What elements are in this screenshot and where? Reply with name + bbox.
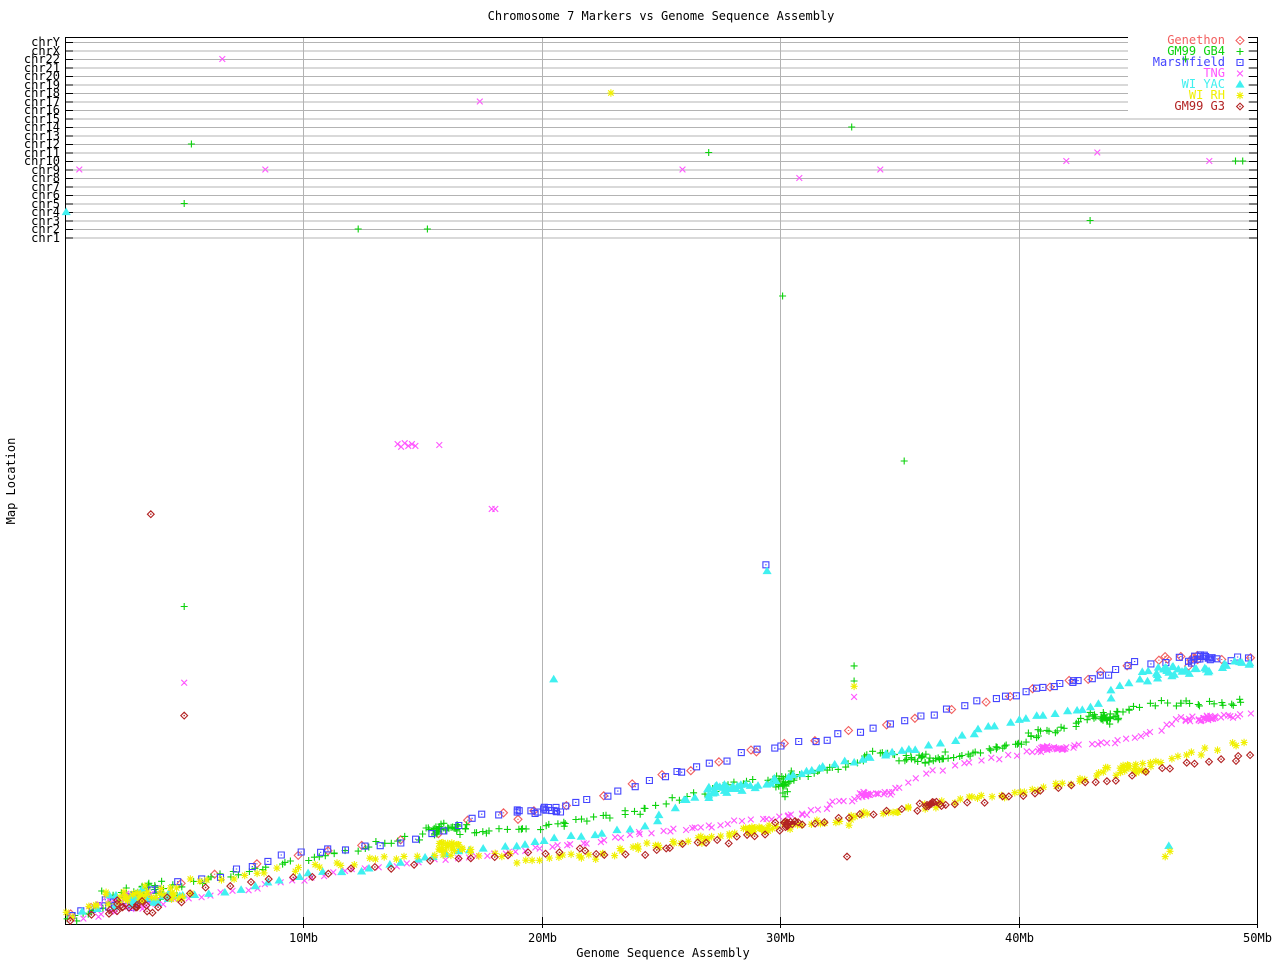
legend-marker-star-icon xyxy=(1236,91,1244,100)
legend-marker-square-dot-icon xyxy=(1236,58,1244,67)
xtick-label-50Mb: 50Mb xyxy=(1243,931,1272,945)
legend-marker-diamond-open-icon xyxy=(1235,35,1245,46)
legend: Genethon GM99 GB4 Marshfield TNG WI YAC WI RH… xyxy=(1128,34,1248,113)
legend-entry-marshfield: Marshfield xyxy=(1128,56,1248,68)
legend-entry-gm99-g3: GM99 G3 xyxy=(1128,99,1248,113)
legend-marker-cross-icon xyxy=(1236,70,1244,77)
legend-label: GM99 G3 xyxy=(1174,99,1225,113)
plot-border xyxy=(65,37,1258,925)
legend-marker-plus-icon xyxy=(1236,48,1244,55)
xtick-label-30Mb: 30Mb xyxy=(766,931,795,945)
chart-container: Chromosome 7 Markers vs Genome Sequence … xyxy=(0,0,1280,960)
plot-grid xyxy=(65,37,1258,928)
xtick-label-10Mb: 10Mb xyxy=(289,931,318,945)
legend-entry-wi-yac: WI YAC xyxy=(1128,78,1248,90)
xtick-label-40Mb: 40Mb xyxy=(1005,931,1034,945)
ytick-label-chr1: chr1 xyxy=(31,230,60,245)
xtick-label-20Mb: 20Mb xyxy=(528,931,557,945)
legend-marker-diamond-dot-icon xyxy=(1235,102,1245,111)
legend-marker-triangle-icon xyxy=(1235,80,1245,88)
